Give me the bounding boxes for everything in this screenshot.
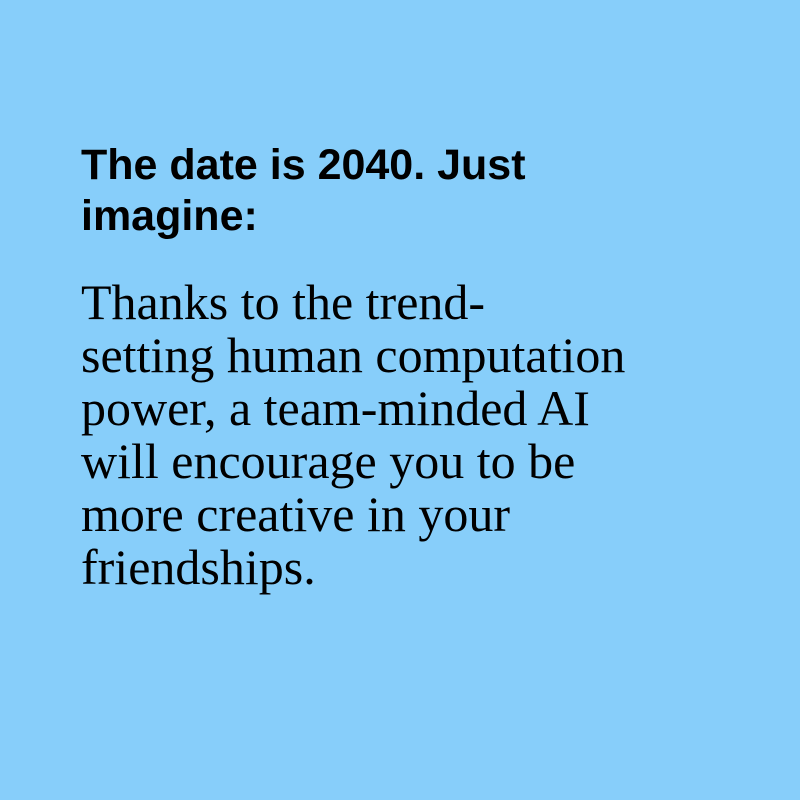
body-line: setting human computation [81,327,626,383]
headline: The date is 2040. Just imagine: [81,140,741,242]
quote-card: The date is 2040. Just imagine: Thanks t… [0,0,800,800]
body-line: more creative in your [81,486,510,542]
body-line: power, a team-minded AI [81,380,590,436]
body-paragraph: Thanks to the trend- setting human compu… [81,276,741,594]
body-line: Thanks to the trend- [81,274,486,330]
body-line: friendships. [81,539,316,595]
card-content: The date is 2040. Just imagine: Thanks t… [81,140,741,594]
headline-line: imagine: [81,192,258,240]
body-line: will encourage you to be [81,433,576,489]
headline-line: The date is 2040. Just [81,141,526,189]
